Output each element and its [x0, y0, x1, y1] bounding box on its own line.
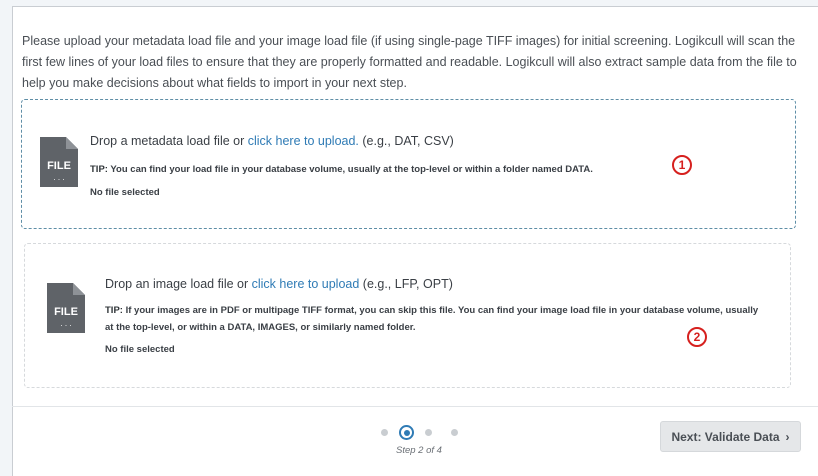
tip-label: TIP:	[105, 305, 123, 316]
svg-text:. . .: . . .	[60, 319, 71, 328]
title-prefix: Drop an image load file or	[105, 277, 252, 291]
metadata-upload-link[interactable]: click here to upload.	[248, 134, 359, 148]
image-dropzone[interactable]: FILE . . . Drop an image load file or cl…	[24, 243, 791, 388]
step-text: Step 2 of 4	[396, 445, 442, 456]
next-validate-button[interactable]: Next: Validate Data ›	[660, 421, 801, 452]
metadata-dropzone-title: Drop a metadata load file or click here …	[90, 134, 454, 148]
file-icon-label: FILE	[54, 306, 78, 318]
next-button-label: Next: Validate Data	[671, 429, 780, 444]
title-prefix: Drop a metadata load file or	[90, 134, 248, 148]
intro-text: Please upload your metadata load file an…	[22, 34, 797, 90]
annotation-badge-1: 1	[672, 155, 692, 175]
file-icon: FILE . . .	[47, 283, 85, 333]
footer-divider	[12, 406, 818, 407]
annotation-badge-2: 2	[687, 327, 707, 347]
step-dot-2-active	[399, 425, 414, 440]
svg-text:. . .: . . .	[53, 173, 64, 182]
tip-text: You can find your load file in your data…	[107, 164, 593, 175]
title-suffix: (e.g., DAT, CSV)	[358, 134, 454, 148]
title-suffix: (e.g., LFP, OPT)	[359, 277, 453, 291]
step-dot-3	[425, 429, 432, 436]
step-indicator	[381, 425, 461, 440]
file-icon-label: FILE	[47, 160, 71, 172]
tip-text: If your images are in PDF or multipage T…	[105, 305, 759, 333]
step-dot-4	[451, 429, 458, 436]
step-dot-1	[381, 429, 388, 436]
metadata-tip: TIP: You can find your load file in your…	[90, 161, 690, 178]
chevron-right-icon: ›	[785, 429, 790, 444]
image-tip: TIP: If your images are in PDF or multip…	[105, 302, 765, 336]
image-status: No file selected	[105, 344, 175, 355]
file-icon: FILE . . .	[40, 137, 78, 187]
metadata-dropzone[interactable]: FILE . . . Drop a metadata load file or …	[21, 99, 796, 229]
tip-label: TIP:	[90, 164, 108, 175]
metadata-status: No file selected	[90, 187, 160, 198]
image-upload-link[interactable]: click here to upload	[252, 277, 360, 291]
image-dropzone-title: Drop an image load file or click here to…	[105, 277, 453, 291]
